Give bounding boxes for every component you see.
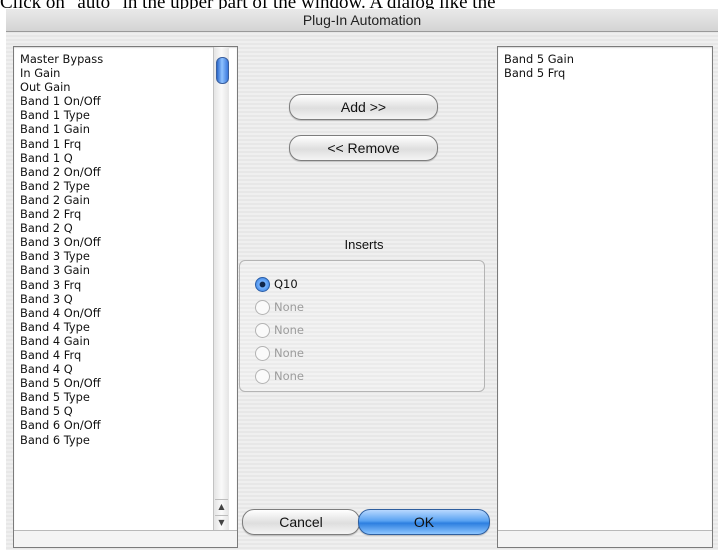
list-item[interactable]: Band 1 Q [20,151,103,165]
insert-option-label: None [274,369,305,383]
scroll-thumb[interactable] [216,57,229,84]
insert-option-label: None [274,300,305,314]
automated-parameters-items: Band 5 Gain Band 5 Frq [504,52,574,80]
list-item[interactable]: Band 6 On/Off [20,418,103,432]
list-item[interactable]: Band 2 Frq [20,207,103,221]
available-parameters-list[interactable]: Master Bypass In Gain Out Gain Band 1 On/Of… [13,46,238,548]
list-item[interactable]: Band 5 Type [20,390,103,404]
available-parameters-items: Master Bypass In Gain Out Gain Band 1 On/Of… [20,52,103,447]
list-item[interactable]: Band 2 Type [20,179,103,193]
list-item[interactable]: Band 1 Gain [20,122,103,136]
list-item[interactable]: Band 3 Q [20,292,103,306]
radio-button-icon[interactable] [255,277,270,292]
radio-button-icon [255,323,270,338]
list-item[interactable]: Band 1 Frq [20,137,103,151]
list-item[interactable]: Band 6 Type [20,433,103,447]
list-item[interactable]: Band 2 Gain [20,193,103,207]
list-item[interactable]: Band 4 Frq [20,348,103,362]
insert-option-label: Q10 [274,277,298,291]
list-item[interactable]: In Gain [20,66,103,80]
list-item[interactable]: Band 3 Frq [20,278,103,292]
list-item[interactable]: Band 3 Type [20,249,103,263]
vertical-scrollbar[interactable]: ▲ ▼ [213,47,229,530]
list-item[interactable]: Band 3 Gain [20,263,103,277]
dialog-title: Plug-In Automation [6,9,718,32]
list-item[interactable]: Band 5 On/Off [20,376,103,390]
plugin-automation-dialog: Plug-In Automation Master Bypass In Gain O… [6,9,718,550]
list-item[interactable]: Band 5 Gain [504,52,574,66]
list-item[interactable]: Band 4 On/Off [20,306,103,320]
list-item[interactable]: Band 4 Gain [20,334,103,348]
list-item[interactable]: Band 2 On/Off [20,165,103,179]
list-item[interactable]: Band 1 On/Off [20,94,103,108]
list-item[interactable]: Band 3 On/Off [20,235,103,249]
inserts-label: Inserts [344,237,384,252]
list-item[interactable]: Band 5 Q [20,404,103,418]
list-item[interactable]: Band 5 Frq [504,66,574,80]
radio-button-icon [255,300,270,315]
list-item[interactable]: Band 4 Type [20,320,103,334]
radio-button-icon [255,369,270,384]
automated-parameters-list[interactable]: Band 5 Gain Band 5 Frq [497,46,713,548]
horizontal-scrollbar-right[interactable] [498,530,712,547]
insert-option-label: None [274,323,305,337]
insert-option-label: None [274,346,305,360]
radio-button-icon [255,346,270,361]
list-item[interactable]: Band 1 Type [20,108,103,122]
ok-button[interactable]: OK [358,509,490,535]
cancel-button[interactable]: Cancel [242,509,360,535]
list-item[interactable]: Out Gain [20,80,103,94]
scroll-down-arrow-icon[interactable]: ▼ [215,515,228,530]
list-item[interactable]: Band 2 Q [20,221,103,235]
add-button[interactable]: Add >> [289,94,438,120]
horizontal-scrollbar[interactable] [14,530,237,547]
scroll-up-arrow-icon[interactable]: ▲ [215,499,228,514]
remove-button[interactable]: << Remove [289,135,438,161]
list-item[interactable]: Band 4 Q [20,362,103,376]
list-item[interactable]: Master Bypass [20,52,103,66]
inserts-group: Q10 None None None None [239,260,485,392]
